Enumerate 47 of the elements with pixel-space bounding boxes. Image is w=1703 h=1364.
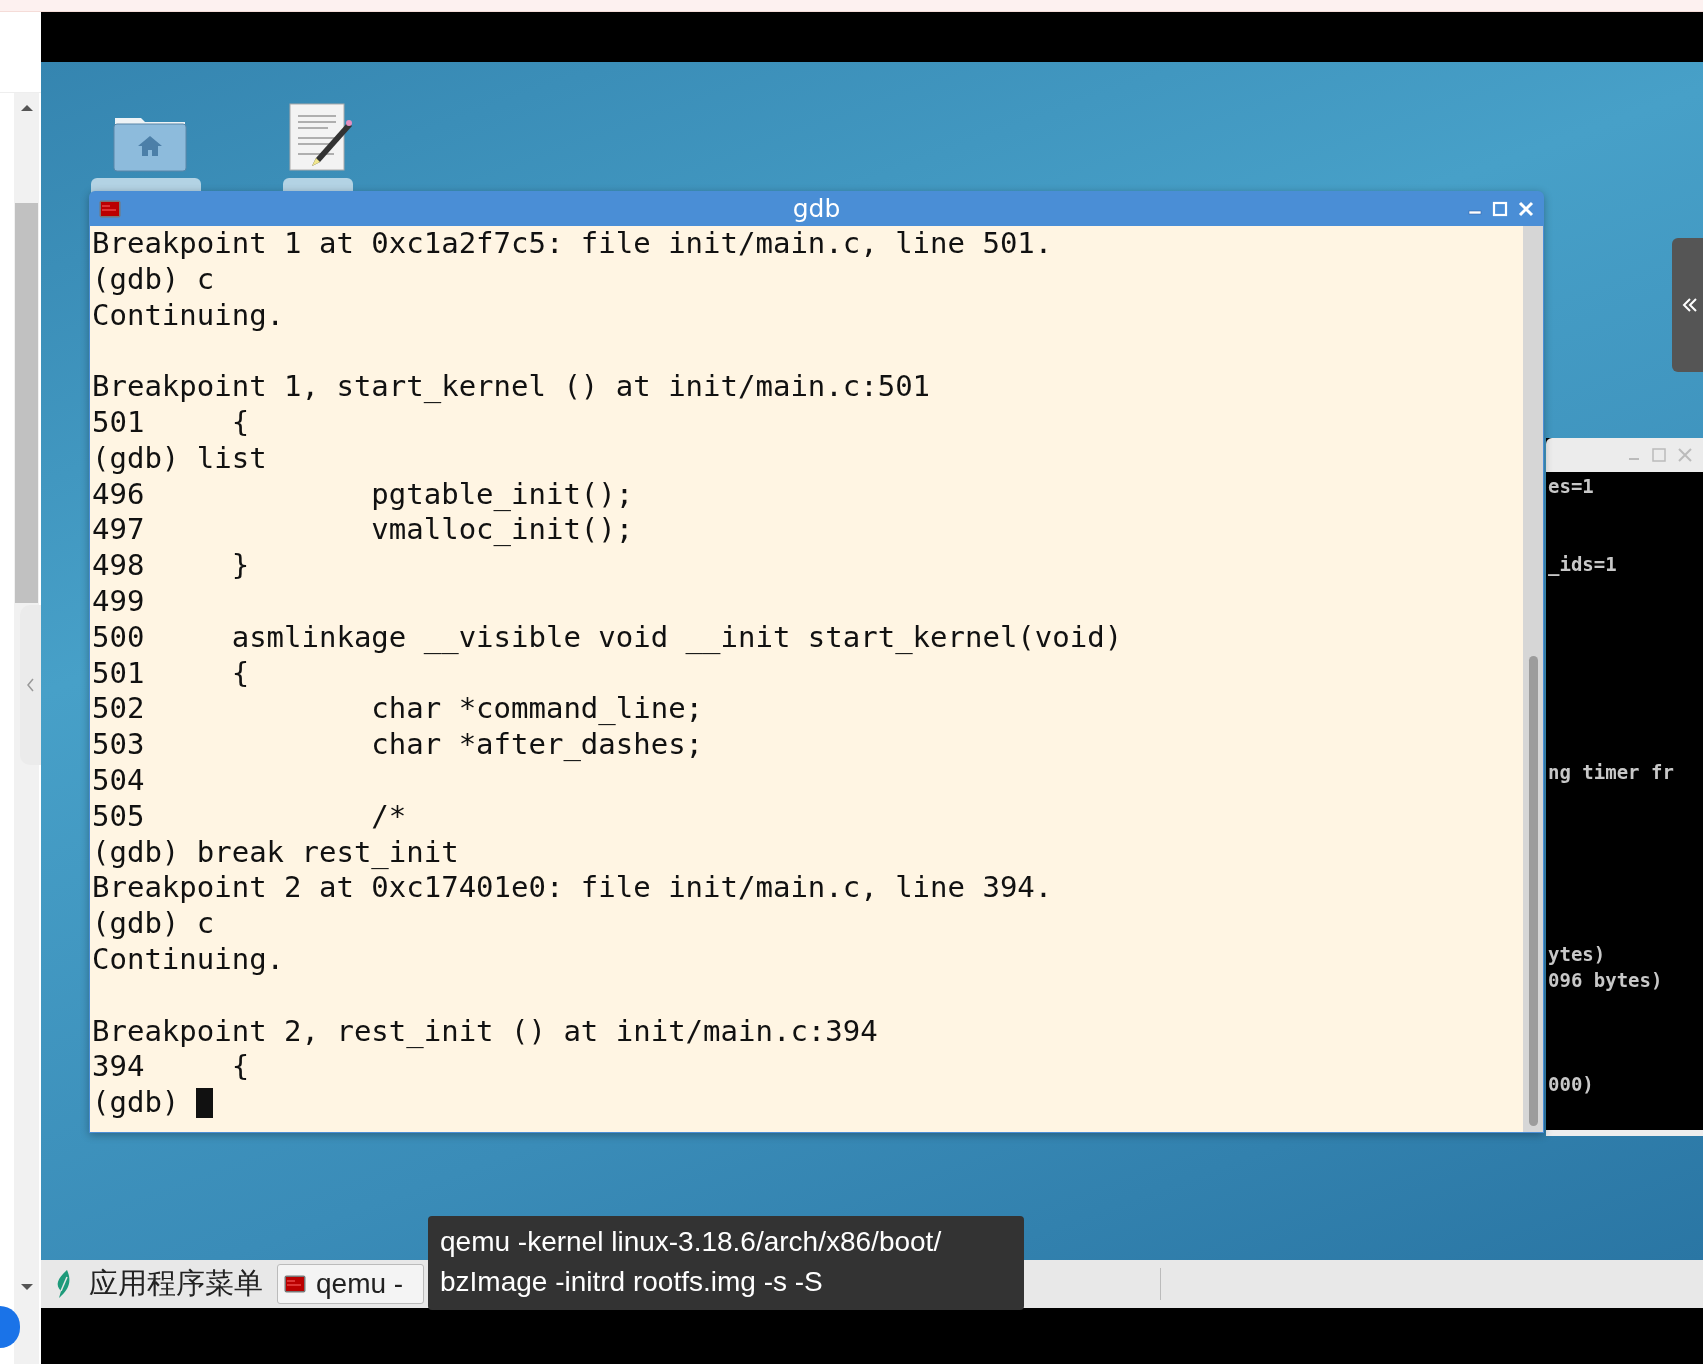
terminal-icon (99, 199, 121, 218)
console-line: ng timer fr (1548, 761, 1674, 783)
terminal-line: 496 pgtable_init(); (92, 476, 635, 513)
terminal-line: (gdb) c (92, 906, 216, 942)
terminal-prompt: (gdb) (92, 1085, 180, 1121)
terminal-line: Breakpoint 1, start_kernel () at init/main.c:501 (92, 369, 932, 405)
terminal-line: Continuing. (92, 297, 286, 334)
double-chevron-left-icon (1682, 297, 1698, 313)
terminal-line: 497 vmalloc_init(); (92, 512, 635, 549)
chevron-left-icon (27, 678, 35, 692)
terminal-line: (gdb) break rest_init (92, 834, 460, 871)
console-line: es=1 (1548, 475, 1594, 497)
tooltip-text: bzImage -initrd rootfs.img -s -S (440, 1265, 824, 1299)
terminal-line: 504 (92, 762, 146, 799)
terminal-line: (gdb) c (92, 261, 216, 298)
console-line: 000) (1548, 1073, 1594, 1095)
taskbar-button[interactable]: qemu - (277, 1264, 425, 1304)
terminal-line: 503 char *after_dashes; (92, 727, 705, 763)
terminal-line: Breakpoint 2, rest_init () at init/main.c:394 (92, 1013, 879, 1050)
window-title: gdb (792, 194, 841, 223)
terminal-icon (284, 1275, 306, 1293)
text-editor-icon[interactable] (288, 102, 352, 172)
tooltip-text: qemu -kernel linux-3.18.6/arch/x86/boot/ (440, 1225, 943, 1259)
round-button[interactable] (0, 1306, 20, 1348)
scroll-up-arrow-icon[interactable] (19, 103, 34, 113)
terminal-line: Breakpoint 2 at 0xc17401e0: file init/main.c, line 394. (92, 870, 1054, 907)
terminal-line: 501 { (92, 405, 251, 441)
collapse-tab[interactable] (20, 605, 42, 765)
terminal-line: Continuing. (92, 941, 286, 978)
terminal-line: 394 { (92, 1049, 251, 1086)
console-line: ytes) (1548, 943, 1606, 965)
terminal-line: 498 } (92, 548, 251, 584)
console-line: _ids=1 (1548, 553, 1617, 575)
terminal-line: 500 asmlinkage __visible void __init start_kernel(void) (92, 619, 1124, 656)
scrollbar-thumb[interactable] (1528, 656, 1538, 1126)
scroll-down-arrow-icon[interactable] (19, 1282, 34, 1292)
console-line: 096 bytes) (1548, 969, 1663, 991)
terminal-line: Breakpoint 1 at 0xc1a2f7c5: file init/main.c, line 501. (92, 226, 1054, 262)
panel-handle[interactable] (1672, 238, 1703, 372)
terminal-line: (gdb) list (92, 440, 268, 477)
terminal-line: 499 (92, 583, 146, 620)
app-menu-label[interactable]: 应用程序菜单 (89, 1264, 263, 1304)
terminal-line: 505 /* (92, 798, 408, 835)
scrollbar-thumb[interactable] (15, 203, 38, 603)
text-cursor (196, 1088, 214, 1118)
terminal-line: 501 { (92, 655, 251, 692)
terminal-line: 502 char *command_line; (92, 691, 705, 728)
